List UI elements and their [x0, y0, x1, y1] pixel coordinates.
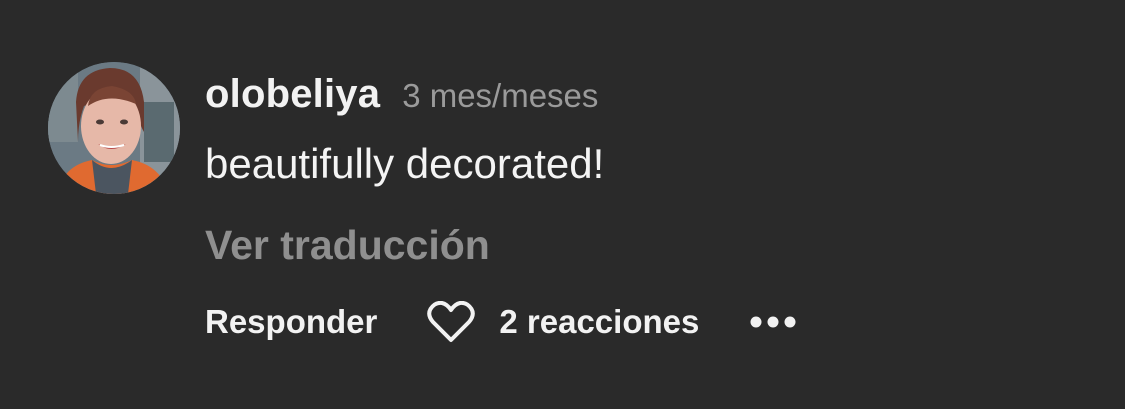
avatar-photo-icon [48, 62, 180, 194]
translate-button[interactable]: Ver traducción [205, 222, 490, 269]
comment-meta: olobeliya 3 mes/meses [205, 72, 598, 117]
comment-item: olobeliya 3 mes/meses beautifully decorat… [48, 62, 1088, 382]
username[interactable]: olobeliya [205, 72, 380, 116]
heart-icon[interactable] [427, 299, 477, 345]
more-dots-icon[interactable] [749, 312, 799, 332]
comment-actions: Responder 2 reacciones [205, 298, 799, 346]
avatar[interactable] [48, 62, 180, 194]
reply-button[interactable]: Responder [205, 303, 377, 341]
comment-text: beautifully decorated! [205, 140, 605, 187]
timestamp: 3 mes/meses [402, 77, 599, 114]
reactions-count[interactable]: 2 reacciones [499, 303, 699, 341]
